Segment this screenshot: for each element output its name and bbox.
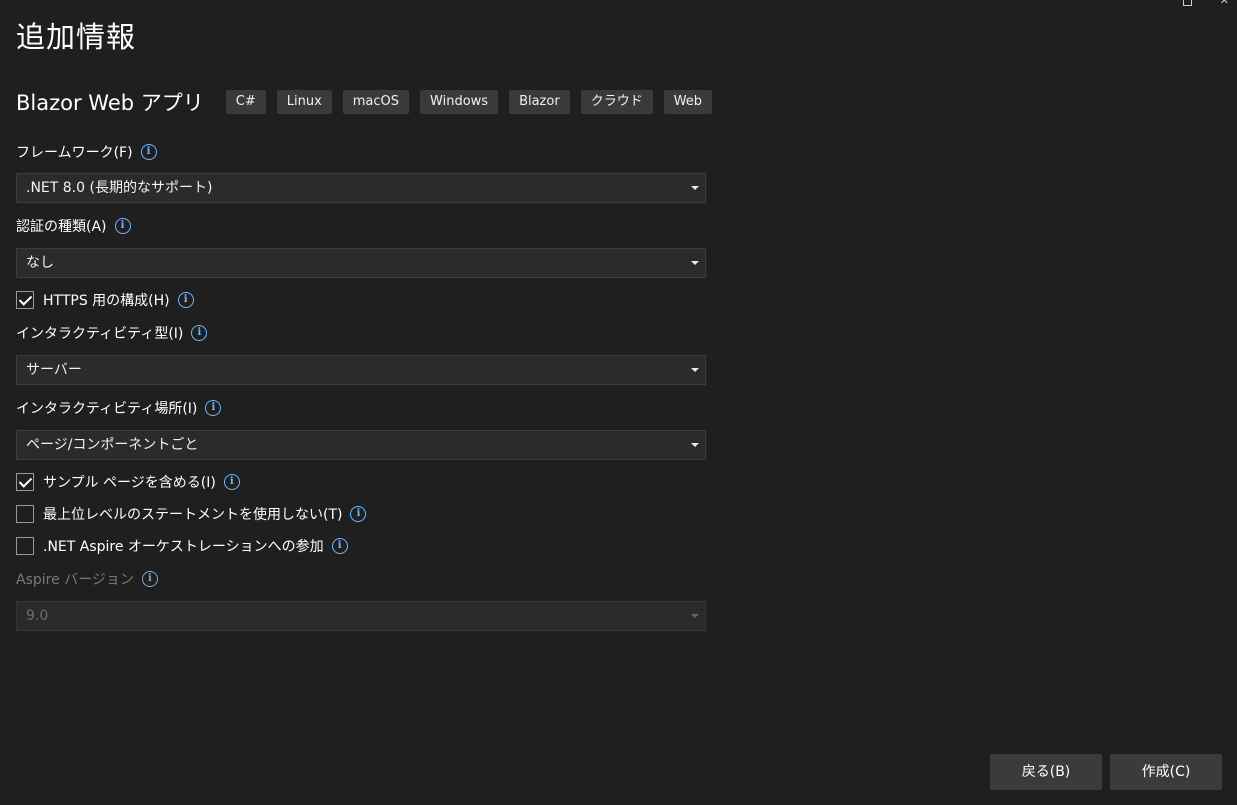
top-level-checkbox[interactable]	[16, 505, 34, 523]
info-icon[interactable]: i	[140, 144, 157, 160]
aspire-version-label: Aspire バージョン	[16, 572, 134, 588]
auth-label: 認証の種類(A)	[16, 219, 107, 235]
tag-blazor: Blazor	[509, 90, 570, 114]
https-checkbox-row[interactable]: HTTPS 用の構成(H) i	[16, 290, 194, 310]
sample-pages-label: サンプル ページを含める(I)	[43, 475, 216, 491]
template-tags: C# Linux macOS Windows Blazor クラウド Web	[225, 90, 713, 114]
chevron-down-icon	[691, 261, 699, 265]
interactivity-type-select[interactable]: サーバー	[16, 355, 706, 385]
tag-macos: macOS	[342, 90, 410, 114]
framework-label-row: フレームワーク(F) i	[16, 142, 157, 162]
additional-info-dialog: ✕ 追加情報 Blazor Web アプリ C# Linux macOS Win…	[0, 0, 1237, 805]
info-icon[interactable]: i	[205, 400, 222, 416]
chevron-down-icon	[691, 443, 699, 447]
aspire-version-value: 9.0	[26, 608, 49, 624]
interactivity-type-label-row: インタラクティビティ型(I) i	[16, 323, 208, 343]
info-icon[interactable]: i	[141, 571, 158, 587]
sample-pages-checkbox[interactable]	[16, 473, 34, 491]
chevron-down-icon	[691, 368, 699, 372]
tag-csharp: C#	[225, 90, 266, 114]
info-icon[interactable]: i	[331, 538, 348, 554]
info-icon[interactable]: i	[223, 474, 240, 490]
top-level-label: 最上位レベルのステートメントを使用しない(T)	[43, 507, 343, 523]
info-icon[interactable]: i	[114, 218, 131, 234]
aspire-version-select: 9.0	[16, 601, 706, 631]
interactivity-type-label: インタラクティビティ型(I)	[16, 326, 184, 342]
interactivity-location-label: インタラクティビティ場所(I)	[16, 401, 198, 417]
aspire-checkbox[interactable]	[16, 537, 34, 555]
tag-linux: Linux	[276, 90, 332, 114]
info-icon[interactable]: i	[350, 506, 367, 522]
back-button[interactable]: 戻る(B)	[990, 754, 1102, 790]
top-level-checkbox-row[interactable]: 最上位レベルのステートメントを使用しない(T) i	[16, 504, 367, 524]
interactivity-location-select[interactable]: ページ/コンポーネントごと	[16, 430, 706, 460]
info-icon[interactable]: i	[191, 325, 208, 341]
create-button[interactable]: 作成(C)	[1110, 754, 1222, 790]
template-name: Blazor Web アプリ	[16, 91, 204, 115]
auth-value: なし	[26, 255, 54, 271]
interactivity-type-value: サーバー	[26, 362, 82, 378]
aspire-label: .NET Aspire オーケストレーションへの参加	[43, 539, 324, 555]
tag-windows: Windows	[420, 90, 499, 114]
page-title: 追加情報	[16, 20, 137, 54]
https-label: HTTPS 用の構成(H)	[43, 293, 170, 309]
auth-select[interactable]: なし	[16, 248, 706, 278]
maximize-icon[interactable]	[1182, 0, 1192, 6]
close-icon[interactable]: ✕	[1220, 0, 1229, 6]
framework-value: .NET 8.0 (長期的なサポート)	[26, 180, 213, 196]
interactivity-location-value: ページ/コンポーネントごと	[26, 437, 199, 453]
chevron-down-icon	[691, 186, 699, 190]
tag-web: Web	[663, 90, 713, 114]
template-header: Blazor Web アプリ C# Linux macOS Windows Bl…	[16, 87, 713, 117]
tag-cloud: クラウド	[580, 90, 653, 114]
framework-label: フレームワーク(F)	[16, 145, 133, 161]
aspire-checkbox-row[interactable]: .NET Aspire オーケストレーションへの参加 i	[16, 536, 348, 556]
framework-select[interactable]: .NET 8.0 (長期的なサポート)	[16, 173, 706, 203]
https-checkbox[interactable]	[16, 291, 34, 309]
chevron-down-icon	[691, 614, 699, 618]
interactivity-location-label-row: インタラクティビティ場所(I) i	[16, 398, 222, 418]
window-controls: ✕	[1182, 0, 1229, 6]
info-icon[interactable]: i	[177, 292, 194, 308]
sample-pages-checkbox-row[interactable]: サンプル ページを含める(I) i	[16, 472, 240, 492]
aspire-version-label-row: Aspire バージョン i	[16, 569, 158, 589]
auth-label-row: 認証の種類(A) i	[16, 216, 131, 236]
